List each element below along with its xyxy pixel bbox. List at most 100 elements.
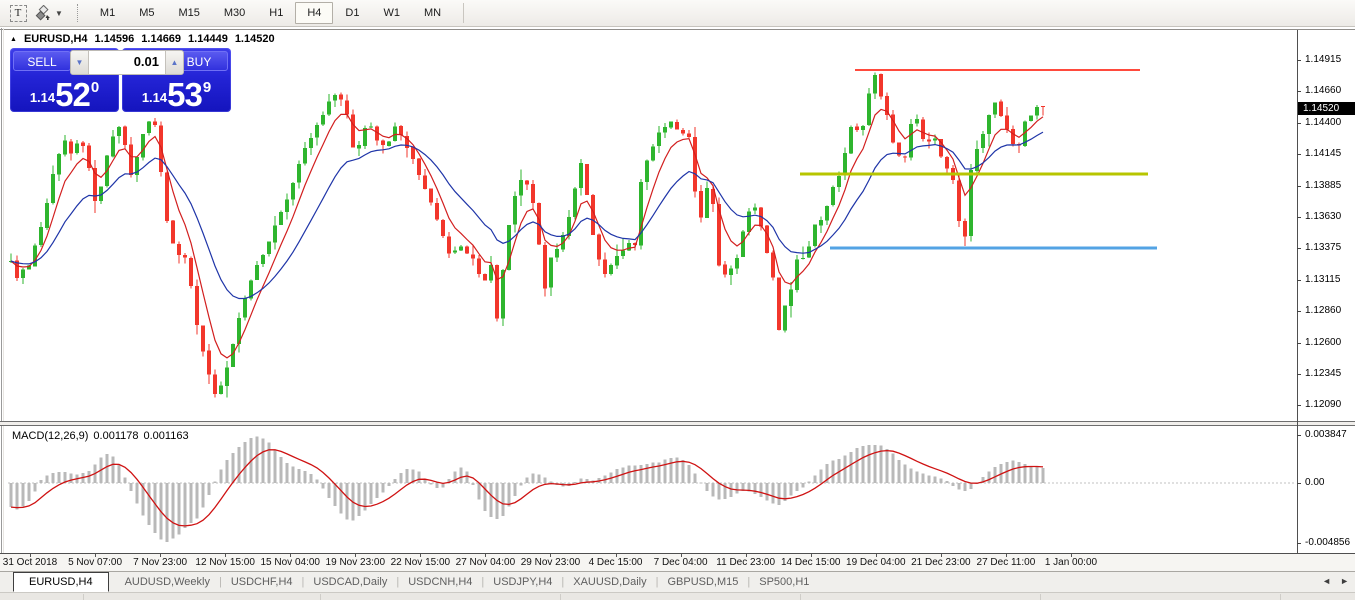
chart-tab-usdcad-daily[interactable]: USDCAD,Daily [304,573,396,591]
chevron-down-icon: ▼ [55,9,63,18]
timeframe-toolbar: M1M5M15M30H1H4D1W1MN [88,2,453,24]
status-bar [0,592,1355,600]
price-tick-mark [1297,374,1301,375]
toolbar: T ▼ M1M5M15M30H1H4D1W1MN [0,0,1355,27]
price-axis-label: 1.14145 [1305,148,1341,160]
window-frame-line-light [3,28,4,592]
chart-tab-usdchf-h4[interactable]: USDCHF,H4 [222,573,302,591]
volume-increase-button[interactable]: ▲ [165,51,183,74]
timeframe-button-mn[interactable]: MN [412,2,453,24]
chart-title: ▲ EURUSD,H4 1.14596 1.14669 1.14449 1.14… [10,33,275,45]
time-axis-label: 7 Dec 04:00 [654,557,708,568]
chart-tab-gbpusd-m15[interactable]: GBPUSD,M15 [658,573,747,591]
macd-axis-label: 0.003847 [1305,429,1347,441]
price-axis-label: 1.13885 [1305,180,1341,192]
ohlc-high: 1.14669 [141,33,181,45]
chart-tab-usdjpy-h4[interactable]: USDJPY,H4 [484,573,561,591]
timeframe-button-m5[interactable]: M5 [127,2,166,24]
time-axis-label: 22 Nov 15:00 [391,557,451,568]
timeframe-button-h1[interactable]: H1 [257,2,295,24]
chart-tab-audusd-weekly[interactable]: AUDUSD,Weekly [116,573,219,591]
symbol-period-label: EURUSD,H4 [24,33,88,45]
price-axis-label: 1.14400 [1305,117,1341,129]
price-tick-mark [1297,91,1301,92]
collapse-arrow-icon[interactable]: ▲ [10,36,17,43]
macd-label: MACD(12,26,9) 0.001178 0.001163 [12,430,189,442]
time-axis-label: 1 Jan 00:00 [1045,557,1097,568]
time-axis-label: 27 Nov 04:00 [456,557,516,568]
time-axis-label: 12 Nov 15:00 [195,557,255,568]
macd-axis-label: -0.004856 [1305,537,1350,549]
ohlc-close: 1.14520 [235,33,275,45]
timeframe-button-d1[interactable]: D1 [333,2,371,24]
time-axis-label: 21 Dec 23:00 [911,557,971,568]
time-axis-label: 29 Nov 23:00 [521,557,581,568]
current-price-tag: 1.14520 [1298,102,1355,115]
time-axis[interactable]: 31 Oct 20185 Nov 07:007 Nov 23:0012 Nov … [0,554,1355,571]
chart-tab-sp500-h1[interactable]: SP500,H1 [750,573,818,591]
price-axis-label: 1.13375 [1305,242,1341,254]
time-axis-label: 14 Dec 15:00 [781,557,841,568]
tab-scroll-right-icon[interactable]: ► [1340,576,1349,586]
status-bar-separator [1280,594,1281,600]
timeframe-button-w1[interactable]: W1 [371,2,412,24]
timeframe-button-m15[interactable]: M15 [166,2,211,24]
text-tool-button[interactable]: T [5,2,31,24]
time-axis-label: 5 Nov 07:00 [68,557,122,568]
price-axis-label: 1.13630 [1305,211,1341,223]
chart-tab-usdcnh-h4[interactable]: USDCNH,H4 [399,573,481,591]
price-tick-mark [1297,123,1301,124]
time-axis-label: 4 Dec 15:00 [589,557,643,568]
price-tick-mark [1297,154,1301,155]
price-tick-mark [1297,280,1301,281]
timeframe-button-h4[interactable]: H4 [295,2,333,24]
price-tick-mark [1297,248,1301,249]
price-axis-label: 1.13115 [1305,274,1340,286]
one-click-trading-panel: SELL 1.14 52 0 BUY 1.14 53 9 ▼ 0.01 ▲ [10,48,231,112]
ohlc-low: 1.14449 [188,33,228,45]
arrows-tool-icon [35,5,51,21]
timeframe-button-m30[interactable]: M30 [212,2,257,24]
timeframe-button-m1[interactable]: M1 [88,2,127,24]
time-axis-label: 27 Dec 11:00 [977,557,1036,568]
price-tick-mark [1297,186,1301,187]
price-axis-label: 1.12090 [1305,399,1341,411]
mt4-window: T ▼ M1M5M15M30H1H4D1W1MN ▲ EURUSD,H4 1.1… [0,0,1355,600]
time-axis-label: 11 Dec 23:00 [716,557,775,568]
price-tick-mark [1297,343,1301,344]
chart-tab-bar: EURUSD,H4AUDUSD,Weekly|USDCHF,H4|USDCAD,… [0,571,1355,592]
macd-canvas[interactable] [5,426,1297,553]
macd-tick-mark [1297,543,1301,544]
status-bar-separator [800,594,801,600]
price-tick-mark [1297,217,1301,218]
time-axis-label: 19 Dec 04:00 [846,557,906,568]
text-tool-icon: T [10,5,27,22]
macd-axis-label: 0.00 [1305,477,1324,489]
toolbar-separator [463,3,464,23]
chart-tab-eurusd-h4[interactable]: EURUSD,H4 [13,572,109,592]
status-bar-separator [1040,594,1041,600]
macd-main-value: 0.001178 [93,430,138,442]
chart-tab-xauusd-daily[interactable]: XAUUSD,Daily [564,573,655,591]
sell-price-sup: 0 [91,79,99,96]
macd-name: MACD(12,26,9) [12,430,88,442]
volume-decrease-button[interactable]: ▼ [71,51,89,74]
ohlc-open: 1.14596 [95,33,135,45]
arrows-tool-button[interactable]: ▼ [31,2,67,24]
volume-value[interactable]: 0.01 [89,51,165,74]
window-frame-line [1,28,2,592]
status-bar-separator [83,594,84,600]
price-tick-mark [1297,405,1301,406]
sell-price-big: 1.14 [30,90,55,105]
tab-scroll-left-icon[interactable]: ◄ [1322,576,1331,586]
price-axis-label: 1.12345 [1305,368,1341,380]
buy-price: 1.14 53 9 [122,79,231,109]
toolbar-drag-handle[interactable] [77,4,80,22]
buy-price-main: 53 [167,80,202,109]
tab-scroll-nav: ◄ ► [1322,576,1349,586]
sell-button[interactable]: SELL [13,51,71,71]
time-axis-label: 19 Nov 23:00 [326,557,386,568]
time-axis-label: 31 Oct 2018 [3,557,57,568]
time-axis-label: 15 Nov 04:00 [260,557,320,568]
status-bar-separator [320,594,321,600]
